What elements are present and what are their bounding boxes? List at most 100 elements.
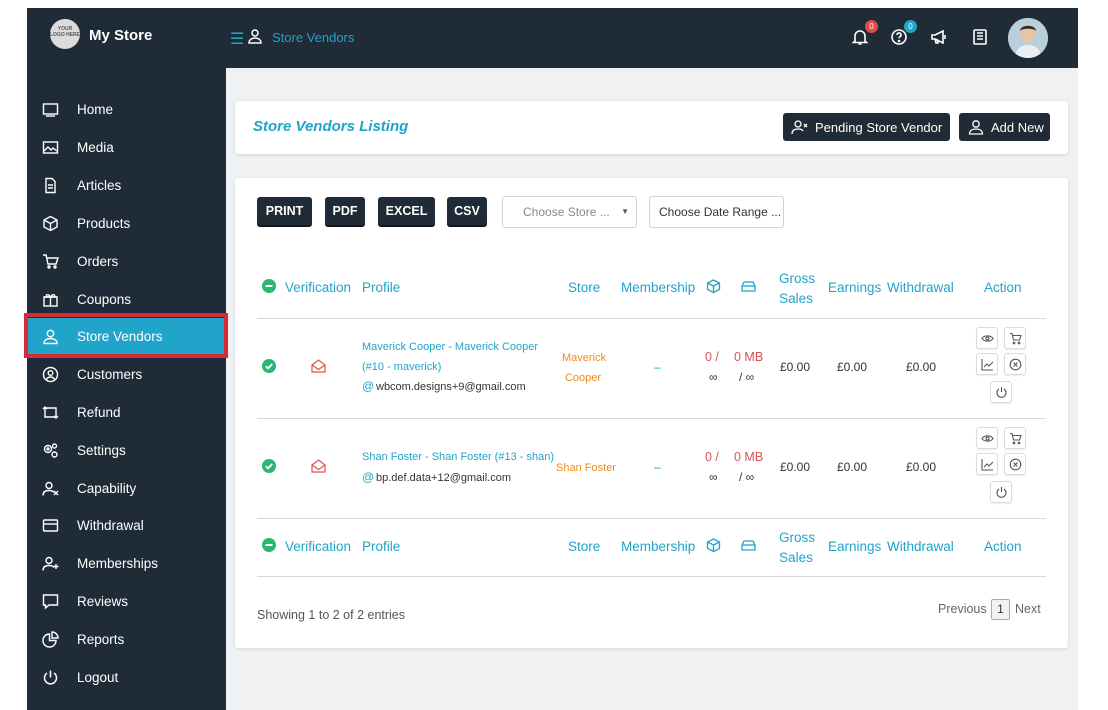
vendor-name[interactable]: Maverick Cooper - Maverick Cooper (362, 341, 538, 353)
report-button[interactable] (976, 453, 998, 475)
pdf-button[interactable]: PDF (325, 197, 365, 225)
envelope-icon[interactable] (311, 459, 326, 473)
vendor-id[interactable]: (#10 - maverick) (362, 361, 441, 373)
verified-check-icon (262, 359, 276, 373)
megaphone-icon[interactable] (930, 28, 948, 46)
sidebar-item-customers[interactable]: Customers (27, 356, 226, 392)
products-header-icon (706, 279, 721, 294)
cart-icon (43, 253, 59, 269)
close-circle-icon (1009, 358, 1022, 371)
sidebar-item-articles[interactable]: Articles (27, 167, 226, 203)
report-button[interactable] (976, 353, 998, 375)
store-name-line1[interactable]: Maverick (562, 352, 606, 364)
user-avatar[interactable] (1008, 18, 1048, 58)
verified-check-icon (262, 459, 276, 473)
disk-footer-icon (741, 540, 756, 551)
page-title: Store Vendors Listing (253, 118, 409, 135)
gross-sales-value: £0.00 (780, 460, 811, 474)
disable-button[interactable] (1004, 353, 1026, 375)
sidebar-item-reviews[interactable]: Reviews (27, 583, 226, 619)
footer-verification[interactable]: Verification (285, 539, 351, 554)
header-earnings[interactable]: Earnings (828, 280, 881, 295)
header-withdrawal[interactable]: Withdrawal (887, 280, 954, 295)
membership-value: – (654, 360, 661, 374)
sidebar-item-logout[interactable]: Logout (27, 659, 226, 695)
help-badge: 0 (904, 20, 917, 33)
sidebar-item-reports[interactable]: Reports (27, 621, 226, 657)
brand[interactable]: YOUR LOGO HERE My Store (27, 8, 226, 68)
sidebar-item-orders[interactable]: Orders (27, 243, 226, 279)
gross-sales-value: £0.00 (780, 360, 811, 374)
sidebar-item-media[interactable]: Media (27, 129, 226, 165)
next-page-link[interactable]: Next (1015, 602, 1041, 616)
header-gross-sales[interactable]: Gross Sales (779, 269, 815, 309)
view-button[interactable] (976, 427, 998, 449)
user-icon (968, 120, 984, 135)
footer-store[interactable]: Store (568, 539, 600, 554)
hamburger-menu-icon[interactable]: ☰ (230, 29, 244, 49)
breadcrumb[interactable]: Store Vendors (272, 30, 354, 45)
date-range-picker[interactable]: Choose Date Range ... (649, 196, 784, 228)
sidebar-item-capability[interactable]: Capability (27, 470, 226, 506)
divider (257, 318, 1046, 319)
products-quota: 0 / (705, 450, 719, 464)
footer-membership[interactable]: Membership (621, 539, 695, 554)
sidebar-item-home[interactable]: Home (27, 91, 226, 127)
power-button[interactable] (990, 381, 1012, 403)
disk-quota: 0 MB (734, 450, 764, 464)
header-profile[interactable]: Profile (362, 280, 400, 295)
membership-value: – (654, 460, 661, 474)
home-icon (42, 102, 59, 117)
page-1-button[interactable]: 1 (991, 599, 1010, 620)
excel-button[interactable]: EXCEL (378, 197, 435, 225)
power-icon (996, 387, 1007, 398)
chart-line-icon (981, 459, 994, 471)
earnings-value: £0.00 (837, 460, 868, 474)
dropdown-arrow-icon: ▼ (621, 207, 629, 216)
footer-earnings[interactable]: Earnings (828, 539, 881, 554)
verification-footer-icon (262, 538, 276, 552)
store-name[interactable]: Shan Foster (556, 462, 616, 474)
cart-icon (1010, 432, 1022, 445)
user-x-icon (791, 120, 808, 135)
products-limit: ∞ (709, 470, 718, 484)
footer-profile[interactable]: Profile (362, 539, 400, 554)
active-item-highlight (24, 313, 228, 358)
withdrawal-value: £0.00 (906, 360, 937, 374)
refund-icon (42, 405, 59, 419)
envelope-icon[interactable] (311, 359, 326, 373)
footer-withdrawal[interactable]: Withdrawal (887, 539, 954, 554)
power-icon (996, 487, 1007, 498)
header-verification[interactable]: Verification (285, 280, 351, 295)
header-membership[interactable]: Membership (621, 280, 695, 295)
sidebar-item-memberships[interactable]: Memberships (27, 545, 226, 581)
book-icon[interactable] (971, 28, 989, 46)
store-name-line2[interactable]: Cooper (562, 372, 604, 384)
sidebar-item-withdrawal[interactable]: Withdrawal (27, 507, 226, 543)
top-bar: YOUR LOGO HERE My Store ☰ Store Vendors … (27, 8, 1078, 68)
power-button[interactable] (990, 481, 1012, 503)
csv-button[interactable]: CSV (447, 197, 487, 225)
products-quota: 0 / (705, 350, 719, 364)
add-new-button[interactable]: Add New (959, 113, 1050, 141)
previous-page-link[interactable]: Previous (938, 602, 987, 616)
orders-button[interactable] (1004, 327, 1026, 349)
comment-icon (42, 593, 59, 610)
header-store[interactable]: Store (568, 280, 600, 295)
pending-store-vendor-button[interactable]: Pending Store Vendor (783, 113, 950, 141)
footer-gross-sales[interactable]: Gross Sales (779, 528, 815, 568)
vendor-email: bp.def.data+12@gmail.com (376, 472, 511, 484)
sidebar-item-products[interactable]: Products (27, 205, 226, 241)
choose-store-select[interactable]: Choose Store ... ▼ (502, 196, 637, 228)
sidebar-item-coupons[interactable]: Coupons (27, 281, 226, 317)
print-button[interactable]: PRINT (257, 197, 312, 225)
vendor-name[interactable]: Shan Foster - Shan Foster (#13 - shan) (362, 451, 554, 463)
disable-button[interactable] (1004, 453, 1026, 475)
sidebar-item-refund[interactable]: Refund (27, 394, 226, 430)
sidebar-item-settings[interactable]: Settings (27, 432, 226, 468)
orders-button[interactable] (1004, 427, 1026, 449)
earnings-value: £0.00 (837, 360, 868, 374)
app-frame: YOUR LOGO HERE My Store ☰ Store Vendors … (27, 8, 1078, 710)
vendor-email: wbcom.designs+9@gmail.com (376, 381, 526, 393)
view-button[interactable] (976, 327, 998, 349)
